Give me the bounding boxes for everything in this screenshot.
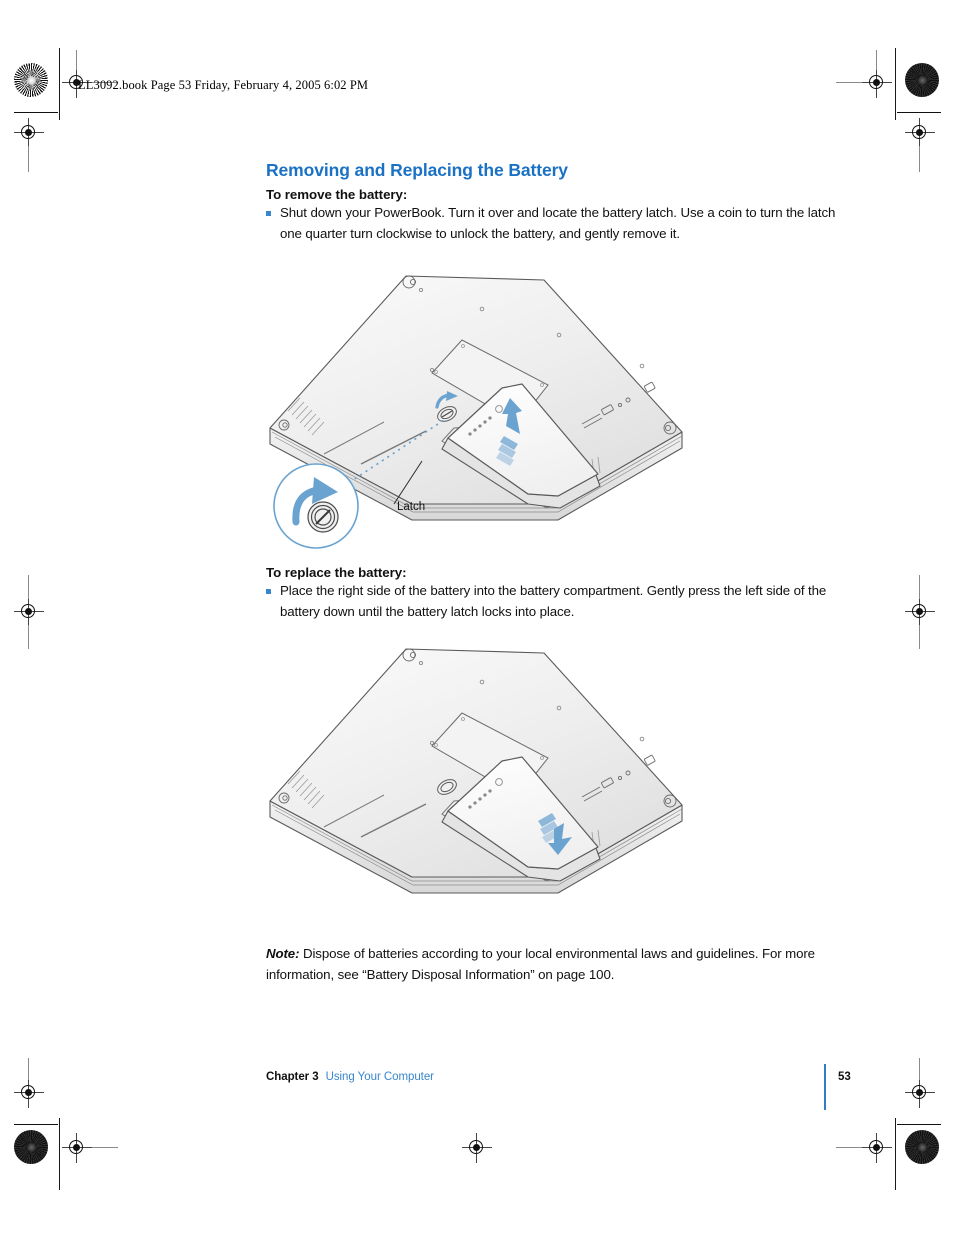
- registration-arm-top-left-v: [76, 50, 77, 70]
- manual-page: LL3092.book Page 53 Friday, February 4, …: [0, 0, 954, 1235]
- replace-battery-subhead: To replace the battery:: [266, 565, 407, 580]
- remove-battery-bullet: Shut down your PowerBook. Turn it over a…: [266, 203, 844, 244]
- registration-arm-upper-left-v: [28, 146, 29, 172]
- trim-line-left-bottom: [59, 1118, 60, 1190]
- star-target-bottom-left: [14, 1130, 48, 1164]
- registration-mark-top-right: [862, 68, 892, 98]
- footer-chapter: Chapter 3: [266, 1071, 319, 1083]
- note-text: Dispose of batteries according to your l…: [266, 946, 815, 982]
- registration-mark-middle-right: [905, 597, 935, 627]
- page-title: Removing and Replacing the Battery: [266, 160, 568, 180]
- registration-mark-lower-left: [14, 1078, 44, 1108]
- registration-arm-middle-right-v-bottom: [919, 625, 920, 649]
- trim-line-right-bottom: [895, 1118, 896, 1190]
- trim-rule-right-lower: [897, 1124, 941, 1125]
- registration-arm-middle-left-v-top: [28, 575, 29, 599]
- page-number: 53: [838, 1071, 851, 1083]
- note-block: Note: Dispose of batteries according to …: [266, 931, 844, 999]
- note-label: Note:: [266, 946, 300, 962]
- book-header-stamp: LL3092.book Page 53 Friday, February 4, …: [78, 78, 369, 92]
- folio-rule: [824, 1064, 826, 1110]
- registration-mark-middle-left: [14, 597, 44, 627]
- footer-chapter-title: Using Your Computer: [325, 1071, 434, 1083]
- page-content: Removing and Replacing the Battery To re…: [266, 160, 844, 244]
- bullet-square-icon: [266, 211, 271, 216]
- remove-battery-bullet-text: Shut down your PowerBook. Turn it over a…: [280, 205, 836, 241]
- registration-arm-top-right-h: [836, 82, 862, 83]
- figure-replace-battery: [266, 643, 686, 925]
- registration-arm-bottom-left-h: [92, 1147, 118, 1148]
- figure-remove-battery: Latch: [266, 268, 686, 558]
- star-target-bottom-right: [905, 1130, 939, 1164]
- latch-label: Latch: [397, 501, 425, 513]
- registration-mark-bottom-right: [862, 1133, 892, 1163]
- registration-arm-upper-right-v: [919, 146, 920, 172]
- trim-line-left-top: [59, 48, 60, 120]
- star-target-top-left: [14, 63, 48, 97]
- bullet-square-icon: [266, 589, 271, 594]
- replace-battery-block: To replace the battery: Place the right …: [266, 565, 844, 622]
- note-paragraph: Note: Dispose of batteries according to …: [266, 944, 844, 985]
- registration-arm-lower-left-v: [28, 1058, 29, 1080]
- registration-arm-middle-right-v-top: [919, 575, 920, 599]
- registration-arm-bottom-right-h: [836, 1147, 862, 1148]
- remove-battery-subhead: To remove the battery:: [266, 187, 408, 202]
- registration-arm-middle-left-v-bottom: [28, 625, 29, 649]
- trim-rule-left-upper: [14, 112, 58, 113]
- registration-mark-upper-right: [905, 118, 935, 148]
- page-footer: Chapter 3 Using Your Computer: [266, 1071, 844, 1083]
- registration-mark-bottom-center: [462, 1133, 492, 1163]
- trim-rule-left-lower: [14, 1124, 58, 1125]
- registration-mark-upper-left: [14, 118, 44, 148]
- registration-mark-lower-right: [905, 1078, 935, 1108]
- trim-line-right-top: [895, 48, 896, 120]
- replace-battery-bullet-text: Place the right side of the battery into…: [280, 583, 827, 619]
- star-target-top-right: [905, 63, 939, 97]
- registration-arm-lower-right-v: [919, 1058, 920, 1080]
- replace-battery-bullet: Place the right side of the battery into…: [266, 581, 844, 622]
- registration-mark-bottom-left: [62, 1133, 92, 1163]
- trim-rule-right-upper: [897, 112, 941, 113]
- registration-arm-top-right-v: [876, 50, 877, 70]
